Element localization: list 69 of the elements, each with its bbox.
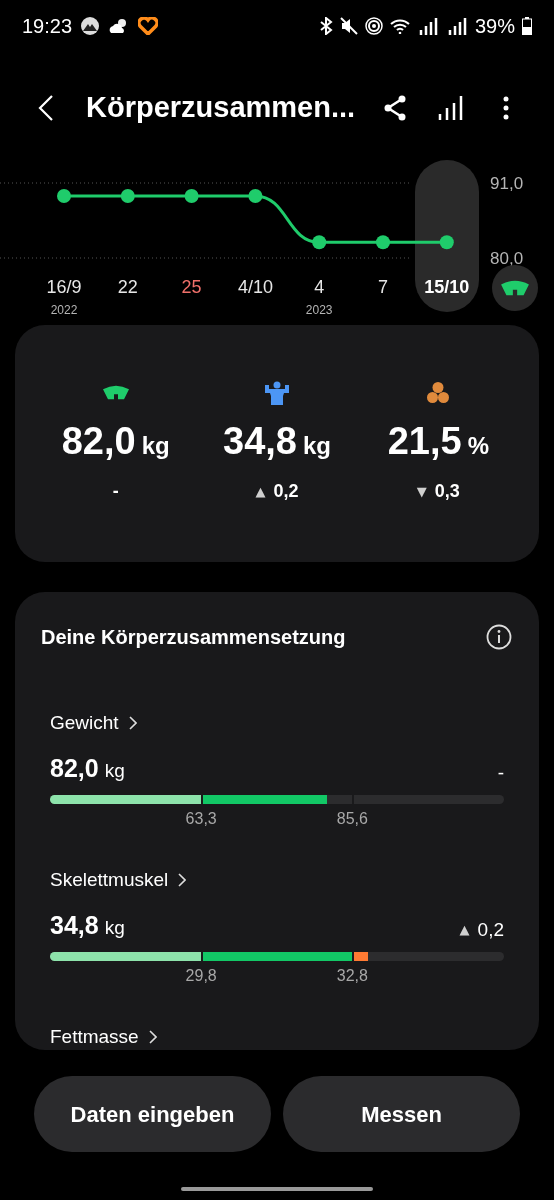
- share-icon: [383, 95, 407, 121]
- metric-unit: kg: [104, 758, 125, 783]
- range-label: 29,8: [185, 966, 217, 986]
- year-label: 2023: [305, 303, 333, 317]
- date-label[interactable]: 16/9: [46, 277, 82, 297]
- trend-arrow: ▼: [416, 482, 427, 501]
- date-label[interactable]: 22: [117, 277, 138, 297]
- data-point: [312, 235, 327, 250]
- metric-change: 0,2: [477, 917, 504, 942]
- fat-cells-icon: [426, 381, 451, 405]
- page-title: Körperzusammen...: [86, 90, 357, 126]
- date-label[interactable]: 7: [378, 277, 388, 297]
- bluetooth-icon: [318, 17, 333, 35]
- scale-icon: [101, 385, 130, 401]
- metric-change: -: [497, 760, 504, 785]
- more-icon: [503, 96, 509, 120]
- chevron-icon: [178, 873, 187, 888]
- mountain-icon: [80, 16, 101, 36]
- data-point: [184, 188, 199, 203]
- chevron-icon: [128, 716, 137, 731]
- section-title: Deine Körperzusammensetzung: [41, 625, 346, 650]
- data-point: [120, 188, 135, 203]
- metric-change: -: [112, 480, 119, 503]
- metric-change: 0,3: [434, 480, 460, 503]
- metric-value: 82,0: [50, 752, 99, 784]
- wifi-icon: [389, 18, 410, 34]
- axis-label: 80,0: [490, 249, 524, 268]
- metric-unit: kg: [302, 431, 331, 461]
- mute-icon: [339, 17, 358, 35]
- metric-value: 21,5: [387, 419, 462, 464]
- metric-value: 34,8: [50, 909, 99, 941]
- data-point: [248, 188, 263, 203]
- range-label: 63,3: [185, 809, 217, 829]
- metric-unit: kg: [141, 431, 170, 461]
- metric-unit: %: [467, 431, 489, 461]
- metric-value: 34,8: [223, 419, 297, 464]
- metric-change: 0,2: [273, 480, 299, 503]
- metric-link[interactable]: Skelettmuskel: [50, 866, 187, 895]
- chevron-icon: [148, 1030, 157, 1045]
- status-time: 19:23: [22, 14, 73, 39]
- date-label[interactable]: 15/10: [424, 277, 470, 297]
- bar-chart-icon: [438, 95, 464, 121]
- action-button[interactable]: Daten eingeben: [34, 1076, 271, 1152]
- data-point: [376, 235, 390, 250]
- scale-button[interactable]: [492, 265, 538, 311]
- info-icon: [486, 624, 512, 650]
- back-icon: [38, 94, 54, 122]
- metric-value: 82,0: [61, 419, 136, 464]
- trend-arrow: ▲: [255, 482, 266, 501]
- metric-link[interactable]: Fettmasse: [50, 1023, 157, 1050]
- info-button[interactable]: [485, 623, 513, 651]
- action-button[interactable]: Messen: [283, 1076, 520, 1152]
- battery-icon: [522, 17, 532, 35]
- scale-icon: [500, 279, 530, 297]
- range-label: 32,8: [336, 966, 368, 986]
- data-point: [57, 188, 71, 203]
- trend-arrow: ▲: [459, 921, 470, 939]
- year-label: 2022: [50, 303, 78, 317]
- date-label[interactable]: 4: [314, 277, 325, 297]
- heart-icon: [138, 17, 159, 35]
- date-label[interactable]: 4/10: [237, 277, 273, 297]
- date-label[interactable]: 25: [181, 277, 202, 297]
- data-point: [439, 235, 454, 250]
- metric-link[interactable]: Gewicht: [50, 709, 137, 738]
- axis-label: 91,0: [490, 174, 524, 193]
- muscle-figure-icon: [264, 381, 290, 405]
- metric-unit: kg: [104, 915, 125, 940]
- range-label: 85,6: [336, 809, 368, 829]
- battery-percent: 39%: [474, 14, 515, 39]
